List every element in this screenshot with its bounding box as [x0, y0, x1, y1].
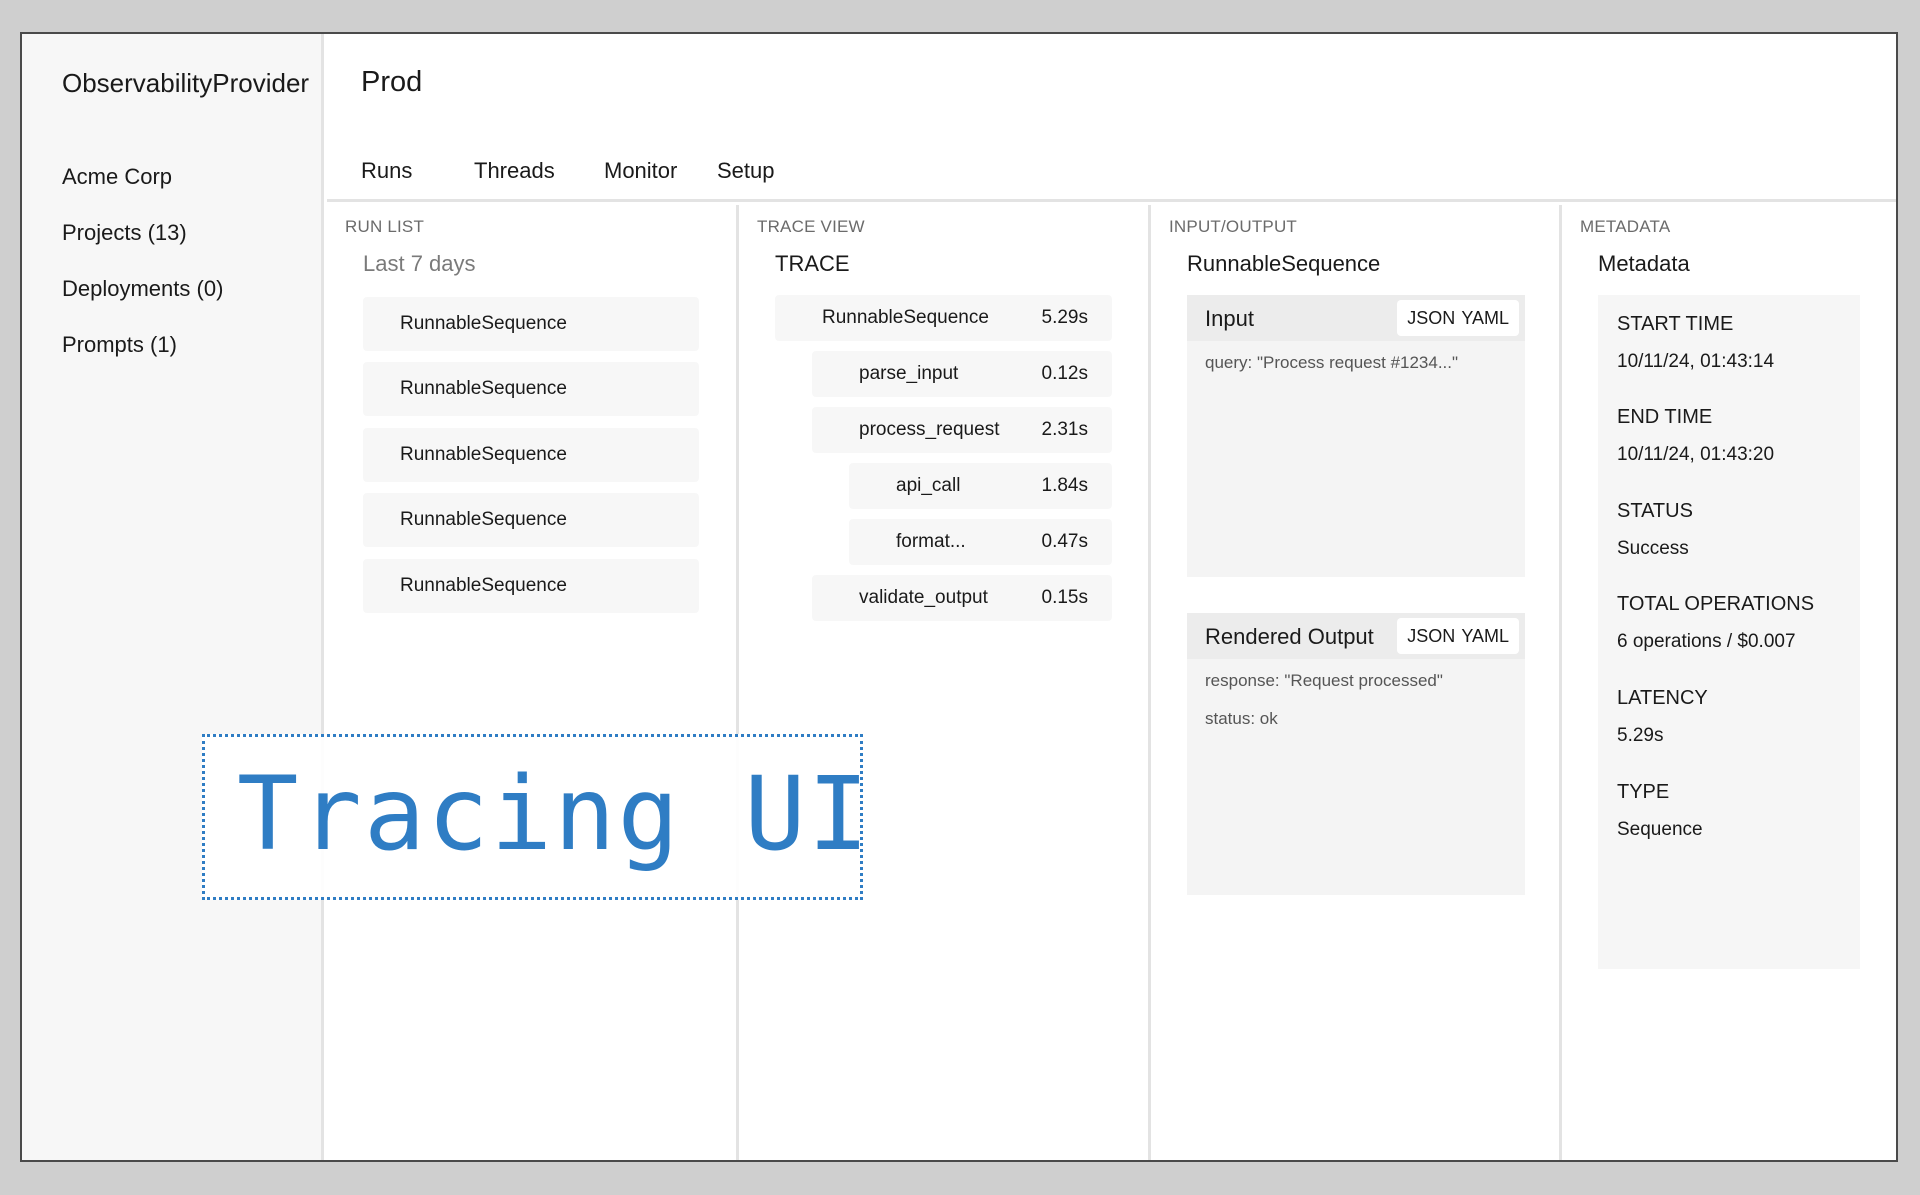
yaml-format-button[interactable]: YAML: [1461, 618, 1509, 654]
header: Prod Runs Threads Monitor Setup: [327, 34, 1896, 202]
run-list-item[interactable]: RunnableSequence: [363, 493, 699, 547]
metadata-label: METADATA: [1580, 217, 1671, 236]
trace-title: TRACE: [775, 251, 850, 276]
meta-value-latency: 5.29s: [1617, 725, 1664, 746]
trace-row-parse-input[interactable]: parse_input 0.12s: [812, 351, 1112, 397]
run-list-item[interactable]: RunnableSequence: [363, 559, 699, 613]
metadata-title: Metadata: [1598, 251, 1690, 276]
output-format-toggle: JSON YAML: [1397, 618, 1519, 654]
trace-row-duration: 0.12s: [1041, 363, 1088, 384]
trace-view-panel: TRACE VIEW TRACE RunnableSequence 5.29s …: [739, 205, 1151, 1160]
meta-value-type: Sequence: [1617, 819, 1703, 840]
tab-runs[interactable]: Runs: [361, 158, 412, 184]
org-selector[interactable]: Acme Corp: [62, 164, 172, 190]
brand-name: ObservabilityProvider: [62, 68, 310, 98]
meta-key-type: TYPE: [1617, 781, 1670, 803]
sidebar: ObservabilityProvider Acme Corp Projects…: [22, 34, 324, 1160]
sidebar-item-prompts[interactable]: Prompts (1): [62, 332, 177, 358]
output-content-line: response: "Request processed": [1205, 671, 1443, 690]
meta-key-end-time: END TIME: [1617, 406, 1713, 428]
trace-row-duration: 5.29s: [1041, 307, 1088, 328]
overlay-annotation-box: Tracing UI: [202, 734, 869, 900]
output-header: Rendered Output JSON YAML: [1187, 613, 1525, 659]
metadata-panel: METADATA Metadata START TIME 10/11/24, 0…: [1562, 205, 1896, 1160]
meta-key-status: STATUS: [1617, 500, 1693, 522]
meta-key-start-time: START TIME: [1617, 313, 1734, 335]
output-box: Rendered Output JSON YAML response: "Req…: [1187, 613, 1525, 895]
trace-row-duration: 1.84s: [1041, 475, 1088, 496]
trace-row-format[interactable]: format... 0.47s: [849, 519, 1112, 565]
tab-setup[interactable]: Setup: [717, 158, 775, 184]
trace-row-root[interactable]: RunnableSequence 5.29s: [775, 295, 1112, 341]
page-title: Prod: [361, 66, 423, 98]
trace-row-validate-output[interactable]: validate_output 0.15s: [812, 575, 1112, 621]
trace-row-duration: 0.47s: [1041, 531, 1088, 552]
json-format-button[interactable]: JSON: [1407, 618, 1455, 654]
run-list-item[interactable]: RunnableSequence: [363, 362, 699, 416]
json-format-button[interactable]: JSON: [1407, 300, 1455, 336]
date-filter[interactable]: Last 7 days: [363, 251, 476, 277]
app-window: ObservabilityProvider Acme Corp Projects…: [20, 32, 1898, 1162]
output-title: Rendered Output: [1205, 624, 1374, 649]
output-content-line: status: ok: [1205, 709, 1278, 728]
trace-row-api-call[interactable]: api_call 1.84s: [849, 463, 1112, 509]
trace-row-duration: 0.15s: [1041, 587, 1088, 608]
metadata-box: START TIME 10/11/24, 01:43:14 END TIME 1…: [1598, 295, 1860, 969]
trace-row-duration: 2.31s: [1041, 419, 1088, 440]
trace-view-label: TRACE VIEW: [757, 217, 865, 236]
run-list-item[interactable]: RunnableSequence: [363, 297, 699, 351]
meta-key-total-operations: TOTAL OPERATIONS: [1617, 593, 1815, 615]
yaml-format-button[interactable]: YAML: [1461, 300, 1509, 336]
meta-value-total-operations: 6 operations / $0.007: [1617, 631, 1796, 652]
trace-row-name: process_request: [859, 419, 1000, 440]
trace-row-name: format...: [896, 531, 966, 552]
meta-value-end-time: 10/11/24, 01:43:20: [1617, 444, 1775, 465]
run-list-item[interactable]: RunnableSequence: [363, 428, 699, 482]
meta-key-latency: LATENCY: [1617, 687, 1708, 709]
input-format-toggle: JSON YAML: [1397, 300, 1519, 336]
trace-row-name: parse_input: [859, 363, 959, 384]
input-output-label: INPUT/OUTPUT: [1169, 217, 1298, 236]
trace-row-name: validate_output: [859, 587, 988, 608]
tab-monitor[interactable]: Monitor: [604, 158, 677, 184]
overlay-annotation-text: Tracing UI: [237, 755, 872, 874]
run-list-panel: RUN LIST Last 7 days RunnableSequence Ru…: [327, 205, 739, 1160]
trace-row-name: api_call: [896, 475, 961, 496]
trace-row-name: RunnableSequence: [822, 307, 989, 328]
meta-value-status: Success: [1617, 538, 1689, 559]
sidebar-item-deployments[interactable]: Deployments (0): [62, 276, 223, 302]
trace-row-process-request[interactable]: process_request 2.31s: [812, 407, 1112, 453]
input-header: Input JSON YAML: [1187, 295, 1525, 341]
input-box: Input JSON YAML query: "Process request …: [1187, 295, 1525, 577]
sidebar-item-projects[interactable]: Projects (13): [62, 220, 187, 246]
input-title: Input: [1205, 306, 1254, 331]
run-list-label: RUN LIST: [345, 217, 425, 236]
tab-threads[interactable]: Threads: [474, 158, 555, 184]
input-content-line: query: "Process request #1234...": [1205, 353, 1459, 372]
meta-value-start-time: 10/11/24, 01:43:14: [1617, 351, 1775, 372]
input-output-panel: INPUT/OUTPUT RunnableSequence Input JSON…: [1151, 205, 1562, 1160]
io-run-title: RunnableSequence: [1187, 251, 1381, 276]
